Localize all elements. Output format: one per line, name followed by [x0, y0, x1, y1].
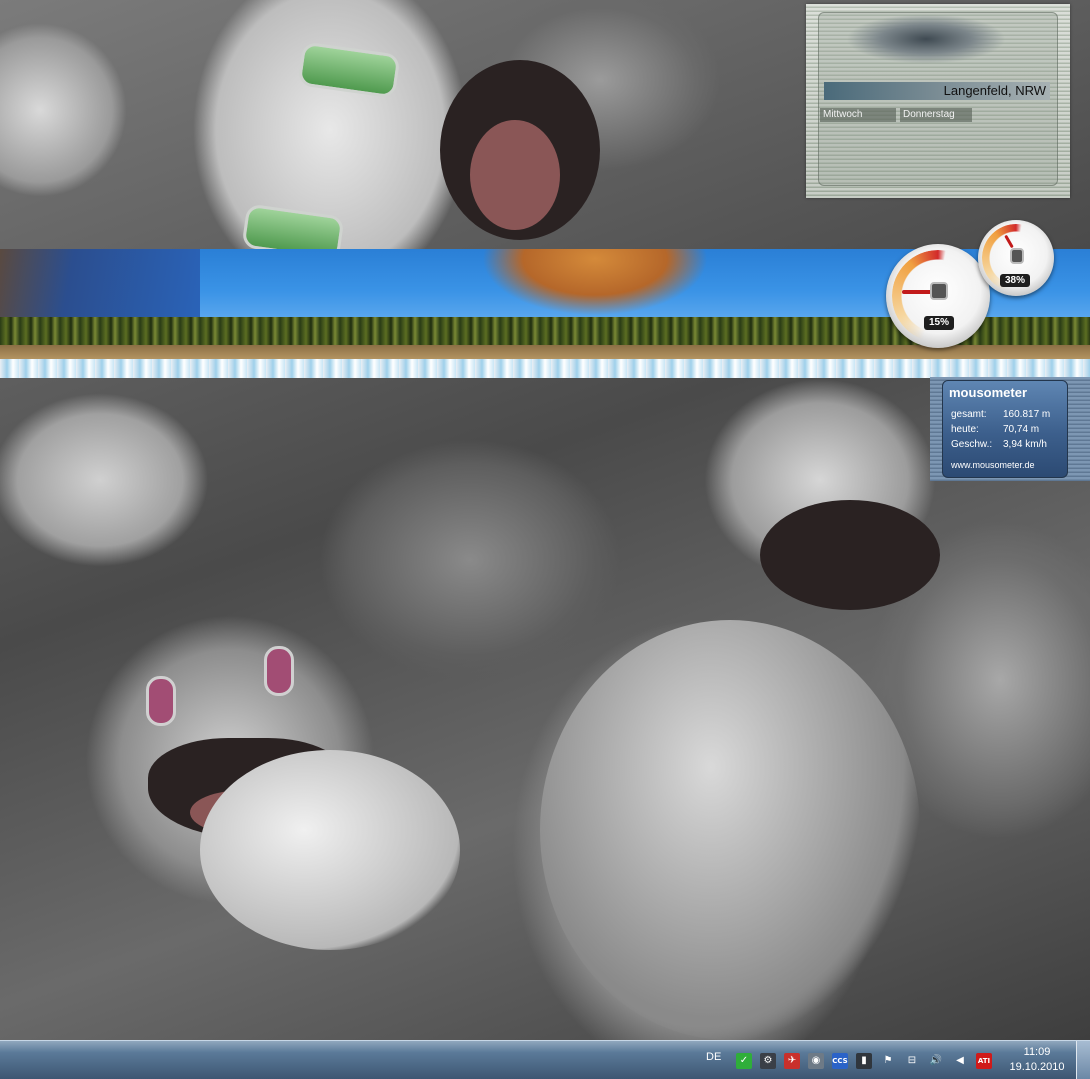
- wallpaper-mouth-right: [760, 500, 940, 610]
- mousometer-gadget[interactable]: mousometer gesamt: 160.817 m heute: 70,7…: [930, 377, 1090, 481]
- language-indicator[interactable]: DE: [706, 1051, 721, 1063]
- strip-scribble: [0, 359, 1090, 378]
- show-desktop-button[interactable]: [1076, 1041, 1090, 1079]
- cpu-gauge[interactable]: 15%: [886, 244, 990, 348]
- taskbar: DE ✓ ⚙ ✈ ◉ CCS ▮ ⚑ ⊟ 🔊 ◀ ATI 11:09 19.10.2010: [0, 1040, 1090, 1079]
- wallpaper-figure-belly: [540, 620, 920, 1040]
- cpu-chip-icon: [930, 282, 948, 300]
- weather-condition-icon: [846, 14, 1006, 64]
- flashget-icon[interactable]: ✈: [784, 1053, 800, 1069]
- mousometer-panel: mousometer gesamt: 160.817 m heute: 70,7…: [942, 380, 1068, 478]
- memory-chip-icon: [1010, 248, 1024, 264]
- memory-gauge[interactable]: 38%: [978, 220, 1054, 296]
- wallpaper-tongue-top: [470, 120, 560, 230]
- monitor-tool-icon[interactable]: ▮: [856, 1053, 872, 1069]
- strip-ground: [0, 345, 1090, 359]
- mousometer-speed-value: 3,94 km/h: [1003, 439, 1047, 450]
- memory-percent: 38%: [1000, 274, 1030, 287]
- wallpaper-green-eye-top: [297, 41, 401, 99]
- weather-day-1: Mittwoch: [820, 108, 896, 122]
- clock[interactable]: 11:09 19.10.2010: [1006, 1045, 1068, 1075]
- clock-date: 19.10.2010: [1009, 1061, 1065, 1073]
- cpu-percent: 15%: [924, 316, 954, 330]
- mousometer-total-label: gesamt:: [951, 409, 987, 420]
- wallpaper-pink-eye-right: [264, 646, 294, 696]
- strip-tower: [440, 249, 750, 319]
- ccs-icon[interactable]: CCS: [832, 1053, 848, 1069]
- clock-time: 11:09: [1023, 1046, 1051, 1058]
- weather-day-2: Donnerstag: [900, 108, 972, 122]
- wallpaper-pink-eye-left: [146, 676, 176, 726]
- network-icon[interactable]: ⊟: [904, 1053, 920, 1069]
- volume-icon[interactable]: 🔊: [928, 1053, 944, 1069]
- wallpaper-figure-foot: [200, 750, 460, 950]
- mousometer-today-label: heute:: [951, 424, 979, 435]
- action-center-flag-icon[interactable]: ⚑: [880, 1053, 896, 1069]
- steam-icon[interactable]: ⚙: [760, 1053, 776, 1069]
- mousometer-title: mousometer: [949, 385, 1028, 400]
- strip-building: [0, 249, 200, 319]
- mousometer-speed-label: Geschw.:: [951, 439, 993, 450]
- mousometer-link[interactable]: www.mousometer.de: [951, 460, 1035, 470]
- weather-gadget[interactable]: Langenfeld, NRW Mittwoch Donnerstag: [806, 4, 1070, 198]
- muted-speaker-icon[interactable]: ◀: [952, 1053, 968, 1069]
- weather-location: Langenfeld, NRW: [824, 82, 1050, 100]
- mousometer-today-value: 70,74 m: [1003, 424, 1040, 435]
- disk-icon[interactable]: ◉: [808, 1053, 824, 1069]
- mousometer-total-value: 160.817 m: [1003, 409, 1051, 420]
- ati-catalyst-icon[interactable]: ATI: [976, 1053, 992, 1069]
- security-shield-icon[interactable]: ✓: [736, 1053, 752, 1069]
